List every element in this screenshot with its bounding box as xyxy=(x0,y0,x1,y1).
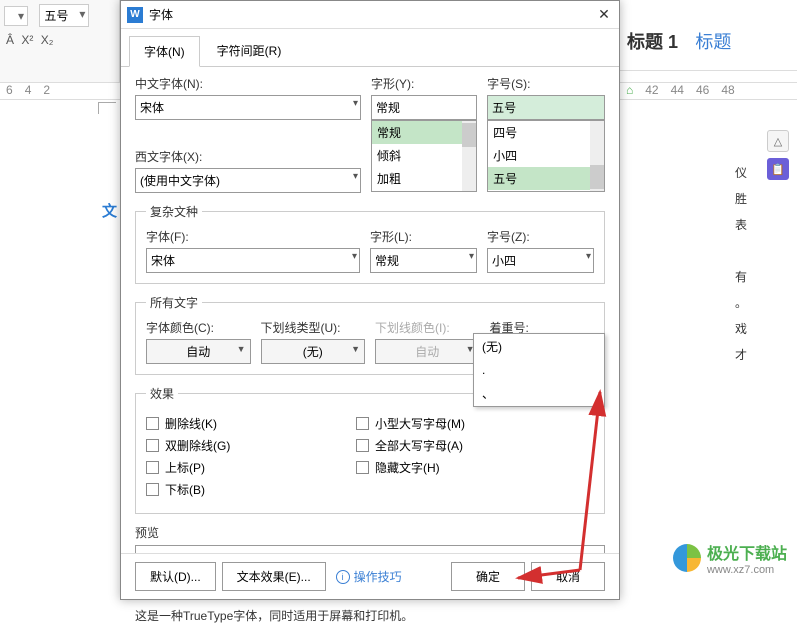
size-listbox[interactable]: 四号 小四 五号 xyxy=(487,120,605,192)
scrollbar[interactable] xyxy=(462,121,476,191)
font-color-button[interactable]: 自动▼ xyxy=(146,339,251,364)
complex-font-label: 字体(F): xyxy=(146,228,360,245)
superscript-checkbox[interactable]: 上标(P) xyxy=(146,459,356,476)
watermark-logo-icon xyxy=(673,544,701,572)
complex-font-select[interactable]: 宋体▾ xyxy=(146,248,360,273)
allcaps-checkbox[interactable]: 全部大写字母(A) xyxy=(356,437,566,454)
word-icon: W xyxy=(127,7,143,23)
tips-link[interactable]: i操作技巧 xyxy=(336,568,402,585)
underline-color-button: 自动▼ xyxy=(375,339,480,364)
chinese-font-select[interactable]: 宋体▾ xyxy=(135,95,361,120)
ruler-right: ⌂42444648 xyxy=(620,82,797,100)
font-increase-icon[interactable]: Â xyxy=(6,33,14,47)
side-icon-1[interactable]: △ xyxy=(767,130,789,152)
doc-text: 文 xyxy=(102,200,117,221)
complex-size-select[interactable]: 小四▾ xyxy=(487,248,594,273)
side-icon-2[interactable]: 📋 xyxy=(767,158,789,180)
underline-button[interactable]: (无)▼ xyxy=(261,339,366,364)
ok-button[interactable]: 确定 xyxy=(451,562,525,591)
heading1-style[interactable]: 标题 1 xyxy=(627,28,678,54)
ribbon-fragment: 五号 Â X² X₂ xyxy=(0,0,120,90)
dialog-footer: 默认(D)... 文本效果(E)... i操作技巧 确定 取消 xyxy=(121,553,619,599)
page-corner xyxy=(98,102,116,114)
size-input[interactable]: 五号 xyxy=(487,95,605,120)
fontsize-combo[interactable]: 五号 xyxy=(39,4,89,27)
ruler-left: 642 xyxy=(0,82,120,100)
style-listbox[interactable]: 常规 倾斜 加粗 xyxy=(371,120,477,192)
scrollbar[interactable] xyxy=(590,121,604,191)
double-strike-checkbox[interactable]: 双删除线(G) xyxy=(146,437,356,454)
heading2-style[interactable]: 标题 xyxy=(695,28,731,54)
dialog-tabs: 字体(N) 字符间距(R) xyxy=(121,29,619,67)
complex-style-select[interactable]: 常规▾ xyxy=(370,248,477,273)
style-input[interactable]: 常规 xyxy=(371,95,477,120)
size-label: 字号(S): xyxy=(487,75,605,92)
tab-spacing[interactable]: 字符间距(R) xyxy=(202,35,297,66)
underline-label: 下划线类型(U): xyxy=(261,319,366,336)
watermark: 极光下载站 www.xz7.com xyxy=(673,540,787,576)
side-panel-icons: △ 📋 xyxy=(767,130,791,186)
list-item[interactable]: 五号 xyxy=(488,167,604,190)
dialog-titlebar: W 字体 ✕ xyxy=(121,1,619,29)
font-color-label: 字体颜色(C): xyxy=(146,319,251,336)
list-item[interactable]: 倾斜 xyxy=(372,144,476,167)
dropdown-item[interactable]: 、 xyxy=(474,381,604,406)
subscript-icon[interactable]: X₂ xyxy=(41,33,54,47)
subscript-checkbox[interactable]: 下标(B) xyxy=(146,481,356,498)
cancel-button[interactable]: 取消 xyxy=(531,562,605,591)
default-button[interactable]: 默认(D)... xyxy=(135,562,216,591)
emphasis-dropdown[interactable]: (无) . 、 xyxy=(473,333,605,407)
hidden-checkbox[interactable]: 隐藏文字(H) xyxy=(356,459,566,476)
dropdown-item[interactable]: (无) xyxy=(474,334,604,359)
dialog-title: 字体 xyxy=(149,6,595,23)
western-font-select[interactable]: (使用中文字体)▾ xyxy=(135,168,361,193)
list-item[interactable]: 加粗 xyxy=(372,167,476,190)
complex-script-group: 复杂文种 字体(F): 宋体▾ 字形(L): 常规▾ 字号(Z): 小四▾ xyxy=(135,203,605,284)
complex-size-label: 字号(Z): xyxy=(487,228,594,245)
style-label: 字形(Y): xyxy=(371,75,477,92)
dropdown-item[interactable]: . xyxy=(474,359,604,381)
strike-checkbox[interactable]: 删除线(K) xyxy=(146,415,356,432)
smallcaps-checkbox[interactable]: 小型大写字母(M) xyxy=(356,415,566,432)
font-dialog: W 字体 ✕ 字体(N) 字符间距(R) 中文字体(N): 宋体▾ 西文字体(X… xyxy=(120,0,620,600)
close-icon[interactable]: ✕ xyxy=(595,6,613,23)
list-item[interactable]: 小四 xyxy=(488,144,604,167)
underline-color-label: 下划线颜色(I): xyxy=(375,319,480,336)
complex-style-label: 字形(L): xyxy=(370,228,477,245)
heading-styles: 标题 1 标题 xyxy=(627,28,797,68)
info-icon: i xyxy=(336,570,350,584)
superscript-icon[interactable]: X² xyxy=(21,33,33,47)
list-item[interactable]: 四号 xyxy=(488,121,604,144)
chinese-font-label: 中文字体(N): xyxy=(135,75,361,92)
western-font-label: 西文字体(X): xyxy=(135,148,361,165)
text-effect-button[interactable]: 文本效果(E)... xyxy=(222,562,326,591)
list-item[interactable]: 常规 xyxy=(372,121,476,144)
font-hint: 这是一种TrueType字体，同时适用于屏幕和打印机。 xyxy=(135,607,605,624)
tab-font[interactable]: 字体(N) xyxy=(129,36,200,67)
ribbon-combo[interactable] xyxy=(4,6,28,26)
